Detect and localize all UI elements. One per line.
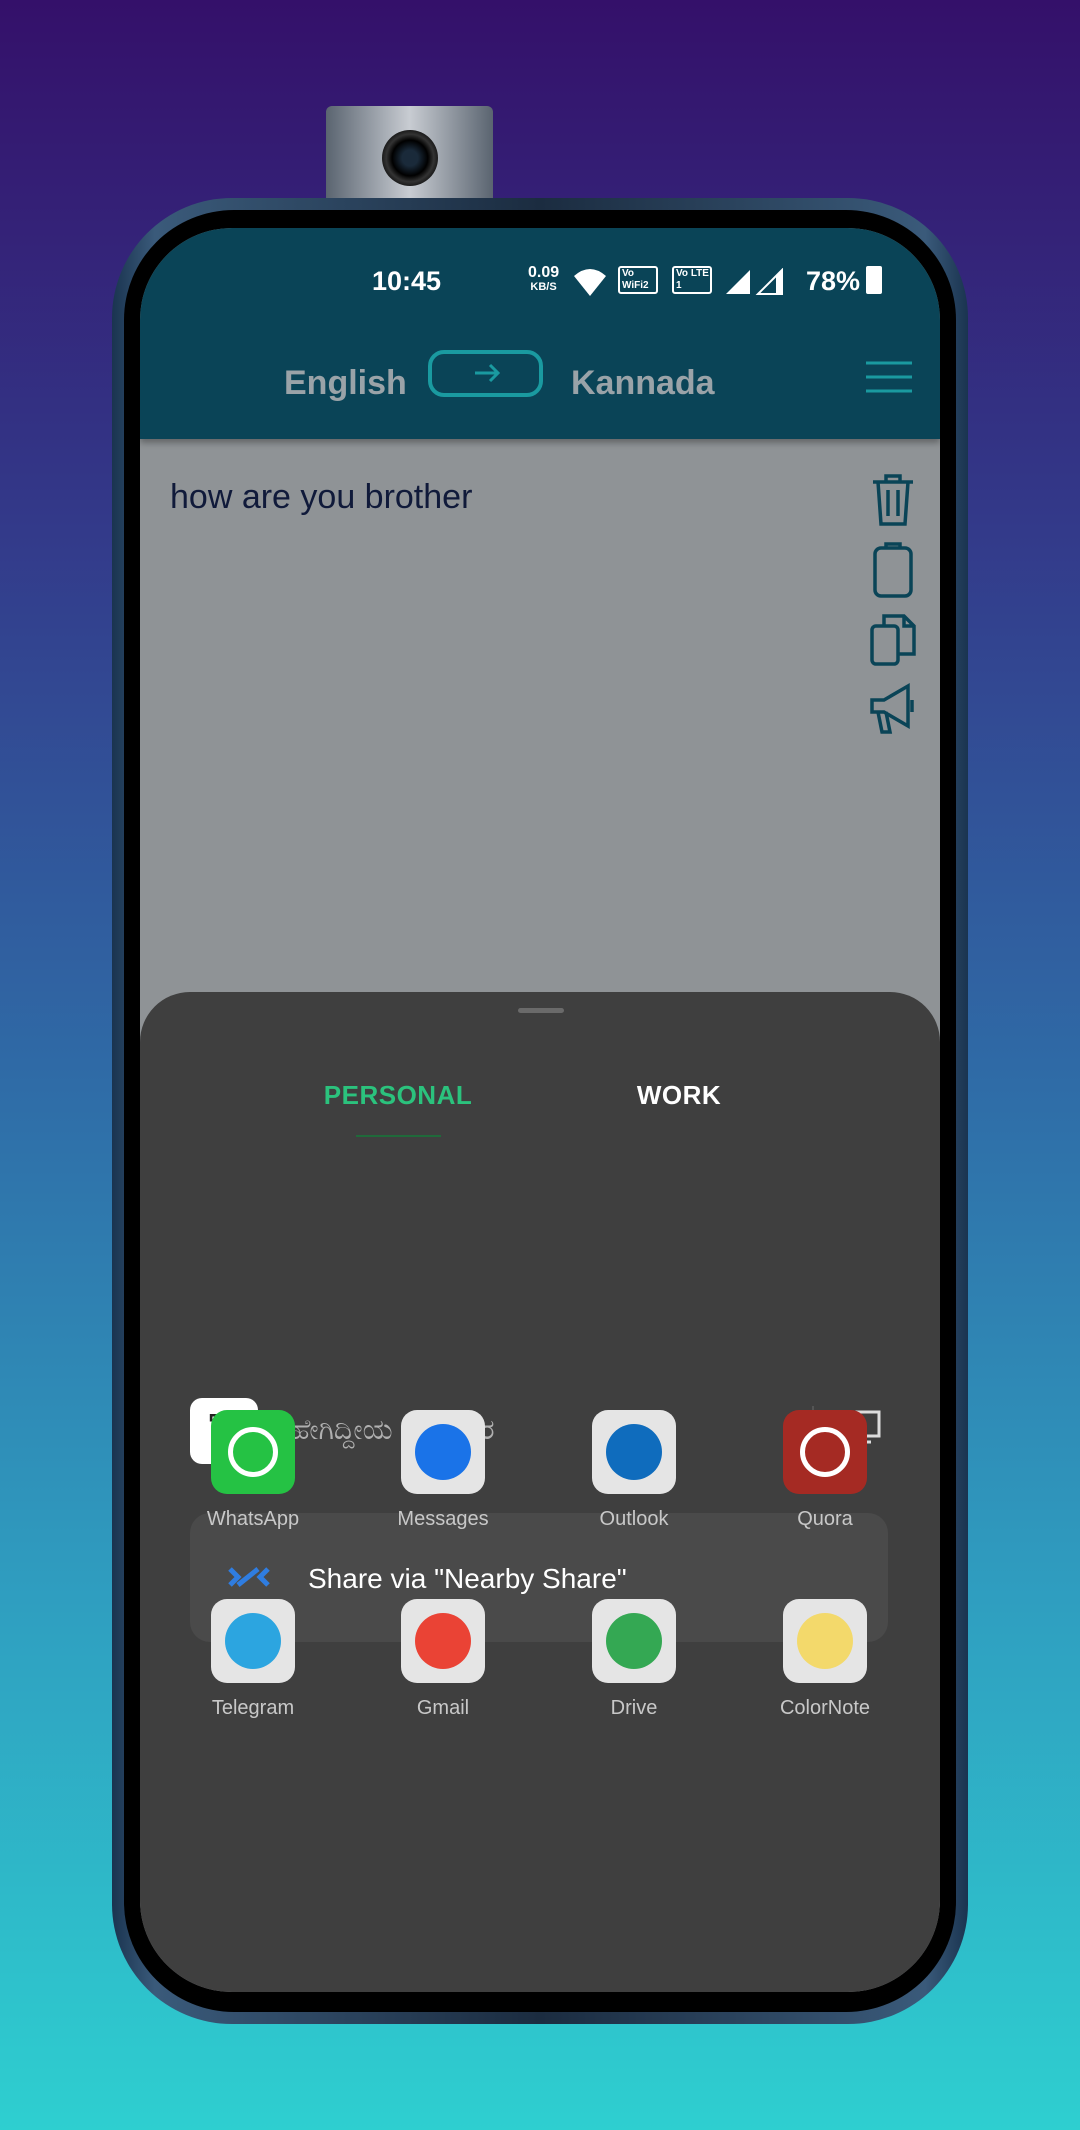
app-outlook[interactable]: Outlook — [539, 1410, 729, 1531]
app-label: Outlook — [599, 1508, 669, 1530]
share-sheet: PERSONAL WORK T ಹೇಗಿದ್ದೀಯ ಸಹೋದರ Share vi… — [140, 992, 940, 1992]
app-colornote[interactable]: ColorNote — [730, 1599, 920, 1720]
tab-indicator — [356, 1135, 441, 1137]
source-language[interactable]: English — [284, 364, 407, 403]
app-header: 10:45 0.09 KB/S Vo WiFi2 Vo LTE 1 78% Engl… — [140, 228, 940, 439]
messages-icon — [401, 1410, 485, 1494]
popup-camera — [326, 106, 493, 206]
drive-icon — [592, 1599, 676, 1683]
battery-icon — [866, 266, 882, 294]
quora-icon — [783, 1410, 867, 1494]
vowifi-icon: Vo WiFi2 — [618, 266, 658, 294]
tab-personal[interactable]: PERSONAL — [324, 1080, 472, 1111]
gmail-icon — [401, 1599, 485, 1683]
wifi-icon — [574, 269, 606, 296]
telegram-icon — [211, 1599, 295, 1683]
app-telegram[interactable]: Telegram — [158, 1599, 348, 1720]
app-label: Drive — [610, 1697, 658, 1719]
battery-percent: 78% — [806, 266, 861, 296]
whatsapp-icon — [211, 1410, 295, 1494]
clipboard-icon[interactable] — [868, 542, 918, 598]
arrow-right-icon — [475, 363, 501, 383]
outlook-icon — [592, 1410, 676, 1494]
app-label: ColorNote — [779, 1697, 871, 1719]
app-quora[interactable]: Quora — [730, 1410, 920, 1531]
sheet-handle[interactable] — [518, 1008, 564, 1013]
app-whatsapp[interactable]: WhatsApp — [158, 1410, 348, 1531]
copy-icon[interactable] — [868, 612, 918, 668]
app-drive[interactable]: Drive — [539, 1599, 729, 1720]
nearby-share-label: Share via "Nearby Share" — [308, 1563, 627, 1594]
input-text[interactable]: how are you brother — [170, 478, 472, 517]
app-gmail[interactable]: Gmail — [348, 1599, 538, 1720]
colornote-icon — [783, 1599, 867, 1683]
app-label: Messages — [397, 1508, 489, 1530]
status-time: 10:45 — [372, 266, 442, 296]
network-speed: 0.09 KB/S — [528, 264, 560, 294]
swap-languages-button[interactable] — [428, 350, 543, 397]
nearby-share-icon — [228, 1567, 270, 1587]
app-label: Quora — [797, 1508, 853, 1530]
app-label: WhatsApp — [206, 1508, 300, 1530]
hamburger-icon[interactable] — [864, 360, 914, 394]
app-label: Gmail — [416, 1697, 470, 1719]
app-messages[interactable]: Messages — [348, 1410, 538, 1531]
volte-icon: Vo LTE 1 — [672, 266, 712, 294]
tab-work[interactable]: WORK — [637, 1080, 721, 1111]
signal-icon — [726, 268, 783, 295]
target-language[interactable]: Kannada — [571, 364, 715, 403]
app-label: Telegram — [211, 1697, 295, 1719]
screen: 10:45 0.09 KB/S Vo WiFi2 Vo LTE 1 78% Engl… — [140, 228, 940, 1992]
trash-icon[interactable] — [868, 472, 918, 528]
megaphone-icon[interactable] — [868, 680, 918, 736]
